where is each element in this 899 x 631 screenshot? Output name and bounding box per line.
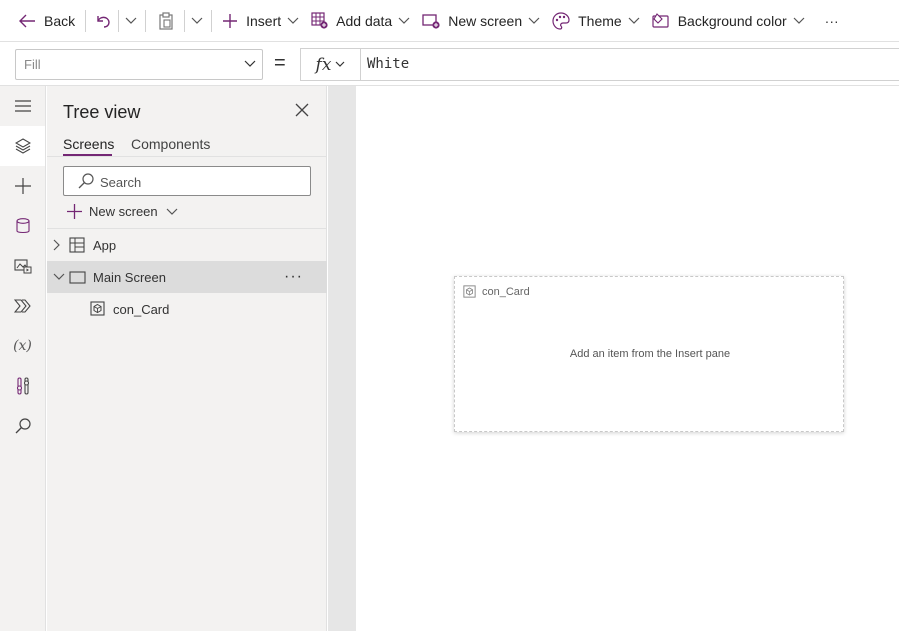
undo-dropdown[interactable] [121, 0, 141, 41]
chevron-down-icon [336, 61, 345, 67]
background-color-label: Background color [677, 12, 787, 29]
background-color-button[interactable]: Background color [646, 0, 811, 41]
insert-label: Insert [246, 12, 282, 29]
theme-button[interactable]: Theme [546, 0, 646, 41]
undo-button[interactable] [90, 0, 116, 41]
toolbar-divider [118, 9, 120, 32]
app-icon [69, 237, 85, 253]
search-rail-button[interactable] [0, 406, 45, 446]
tree-view-panel: Tree view Screens Components Search New … [47, 86, 327, 631]
tree-node-main-screen[interactable]: Main Screen ··· [47, 261, 327, 293]
tree-search-input[interactable]: Search [63, 166, 311, 196]
formula-input[interactable]: White [367, 56, 409, 72]
container-icon [90, 301, 105, 316]
tree-view-title: Tree view [63, 102, 141, 122]
plus-icon [67, 204, 82, 219]
theme-palette-icon [552, 11, 570, 30]
container-name-label: con_Card [482, 286, 530, 298]
plus-icon [223, 13, 238, 28]
new-screen-label: New screen [448, 12, 523, 29]
power-automate-icon [13, 299, 31, 313]
chevron-down-icon [287, 17, 299, 24]
toolbar-divider [145, 9, 147, 32]
tree-node-label: con_Card [113, 302, 170, 317]
close-icon [295, 103, 309, 117]
empty-container-hint: Add an item from the Insert pane [569, 348, 731, 360]
chevron-down-icon[interactable] [53, 273, 65, 281]
tree-node-con-card[interactable]: con_Card [47, 293, 327, 325]
screen-icon [69, 271, 86, 284]
advanced-tools-rail-button[interactable] [0, 366, 45, 406]
chevron-down-icon [125, 17, 137, 24]
add-data-label: Add data [336, 12, 393, 29]
media-rail-button[interactable] [0, 246, 45, 286]
tree-node-label: Main Screen [93, 270, 166, 285]
chevron-down-icon [793, 17, 805, 24]
paste-dropdown[interactable] [187, 0, 207, 41]
search-icon [78, 173, 94, 189]
search-placeholder: Search [100, 175, 142, 190]
paste-icon [159, 11, 173, 30]
background-color-icon [652, 12, 669, 28]
tab-screens[interactable]: Screens [63, 136, 114, 152]
command-bar: Back Insert Add data New screen Theme Ba… [0, 0, 899, 41]
settings-tools-icon [16, 377, 29, 395]
back-arrow-icon [19, 14, 35, 27]
back-label: Back [44, 12, 76, 29]
theme-label: Theme [578, 12, 622, 29]
property-dropdown[interactable]: Fill [15, 49, 263, 80]
toolbar-divider [85, 9, 87, 32]
undo-icon [97, 15, 110, 28]
plus-icon [14, 178, 31, 194]
data-rail-button[interactable] [0, 206, 45, 246]
fx-button[interactable]: fx [301, 49, 361, 80]
left-rail: (x) [0, 86, 46, 631]
tree-node-app[interactable]: App [47, 229, 327, 261]
formula-bar: Fill = fx White [0, 42, 899, 86]
fx-icon: fx [315, 54, 332, 75]
container-icon [463, 285, 476, 298]
insert-button[interactable]: Insert [216, 0, 305, 41]
media-icon [13, 259, 31, 274]
con-card-container[interactable]: con_Card Add an item from the Insert pan… [454, 276, 844, 432]
chevron-down-icon [166, 208, 178, 215]
new-screen-toolbar-button[interactable]: New screen [416, 0, 546, 41]
tree-view-rail-button[interactable] [0, 126, 45, 166]
more-commands-button[interactable]: ··· [819, 0, 845, 41]
variables-icon: (x) [13, 338, 32, 354]
database-icon [15, 218, 30, 234]
chevron-right-icon[interactable] [53, 239, 61, 251]
tree-node-label: App [93, 238, 117, 253]
layers-icon [14, 138, 31, 154]
back-button[interactable]: Back [0, 0, 81, 41]
formula-input-container: fx White [300, 48, 899, 81]
more-icon: ··· [824, 12, 839, 29]
new-screen-label: New screen [89, 204, 158, 219]
close-tree-view-button[interactable] [295, 103, 309, 122]
hamburger-menu-button[interactable] [0, 86, 45, 126]
hamburger-icon [14, 100, 31, 112]
tab-components[interactable]: Components [131, 136, 210, 152]
search-icon [15, 418, 31, 434]
add-data-icon [311, 12, 328, 29]
power-automate-rail-button[interactable] [0, 286, 45, 326]
chevron-down-icon [398, 17, 410, 24]
insert-rail-button[interactable] [0, 166, 45, 206]
new-screen-icon [422, 13, 440, 29]
toolbar-divider [184, 9, 186, 32]
chevron-down-icon [528, 17, 540, 24]
more-options-button[interactable]: ··· [284, 268, 303, 286]
new-screen-button[interactable]: New screen [67, 204, 178, 219]
chevron-down-icon [628, 17, 640, 24]
paste-button[interactable] [150, 0, 182, 41]
chevron-down-icon [191, 17, 203, 24]
tab-divider [47, 156, 327, 157]
chevron-down-icon [244, 60, 256, 67]
variables-rail-button[interactable]: (x) [0, 326, 45, 366]
add-data-button[interactable]: Add data [305, 0, 416, 41]
property-value: Fill [24, 57, 41, 72]
toolbar-divider [211, 9, 213, 32]
equals-sign: = [274, 52, 286, 74]
